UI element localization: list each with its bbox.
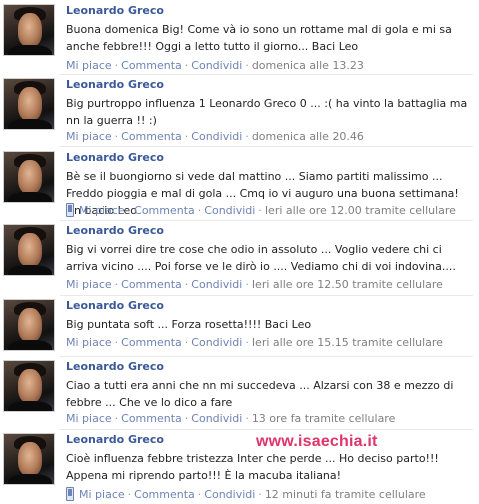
post-author[interactable]: Leonardo Greco [66, 433, 164, 446]
like-link[interactable]: Mi piace [79, 204, 125, 217]
post-timestamp[interactable]: Ieri alle ore 12.50 tramite cellulare [252, 278, 443, 291]
avatar[interactable] [3, 299, 55, 351]
comment-link[interactable]: Commenta [121, 278, 182, 291]
like-link[interactable]: Mi piace [66, 130, 112, 143]
avatar[interactable] [3, 224, 55, 276]
post-author[interactable]: Leonardo Greco [66, 78, 164, 91]
post-author[interactable]: Leonardo Greco [66, 4, 164, 17]
mobile-phone-icon [66, 203, 74, 217]
comment-link[interactable]: Commenta [121, 130, 182, 143]
share-link[interactable]: Condividi [191, 130, 242, 143]
post-timestamp[interactable]: Ieri alle ore 12.00 tramite cellulare [265, 204, 456, 217]
watermark: www.isaechia.it [256, 433, 378, 450]
post-divider [60, 220, 473, 221]
like-link[interactable]: Mi piace [66, 278, 112, 291]
post-divider [60, 74, 473, 75]
post-timestamp[interactable]: domenica alle 20.46 [252, 130, 364, 143]
avatar[interactable] [3, 433, 55, 485]
post-actions: Mi piace · Commenta · Condividi · domenica all… [66, 130, 364, 143]
feed-post: Leonardo Greco Big vi vorrei dire tre co… [0, 222, 479, 292]
avatar[interactable] [3, 151, 55, 203]
post-author[interactable]: Leonardo Greco [66, 151, 164, 164]
avatar[interactable] [3, 78, 55, 130]
comment-link[interactable]: Commenta [121, 336, 182, 349]
comment-link[interactable]: Commenta [134, 204, 195, 217]
share-link[interactable]: Condividi [191, 278, 242, 291]
post-actions: Mi piace · Commenta · Condividi · 13 ore fa tr… [66, 412, 396, 425]
post-divider [60, 146, 473, 147]
feed-post: Leonardo Greco Big purtroppo influenza 1… [0, 76, 479, 146]
post-divider [60, 295, 473, 296]
share-link[interactable]: Condividi [204, 488, 255, 501]
post-timestamp[interactable]: domenica alle 13.23 [252, 59, 364, 72]
share-link[interactable]: Condividi [191, 59, 242, 72]
feed-post: Leonardo Greco Ciao a tutti era anni che… [0, 358, 479, 428]
share-link[interactable]: Condividi [204, 204, 255, 217]
avatar[interactable] [3, 360, 55, 412]
avatar[interactable] [3, 4, 55, 56]
like-link[interactable]: Mi piace [66, 412, 112, 425]
like-link[interactable]: Mi piace [79, 488, 125, 501]
post-timestamp[interactable]: Ieri alle ore 15.15 tramite cellulare [252, 336, 443, 349]
post-timestamp[interactable]: 13 ore fa tramite cellulare [252, 412, 396, 425]
post-actions: Mi piace · Commenta · Condividi · Ieri alle or… [66, 336, 443, 349]
mobile-phone-icon [66, 487, 74, 501]
share-link[interactable]: Condividi [191, 412, 242, 425]
like-link[interactable]: Mi piace [66, 59, 112, 72]
post-divider [60, 429, 473, 430]
post-author[interactable]: Leonardo Greco [66, 299, 164, 312]
post-actions: Mi piace · Commenta · Condividi · 12 minuti fa… [66, 487, 426, 501]
comment-link[interactable]: Commenta [121, 412, 182, 425]
like-link[interactable]: Mi piace [66, 336, 112, 349]
comment-link[interactable]: Commenta [121, 59, 182, 72]
post-text: Big purtroppo influenza 1 Leonardo Greco… [66, 97, 468, 127]
post-text: Big vi vorrei dire tre cose che odio in … [66, 243, 456, 273]
post-divider [60, 356, 473, 357]
post-actions: Mi piace · Commenta · Condividi · domenica all… [66, 59, 364, 72]
post-text: Big puntata soft ... Forza rosetta!!!! B… [66, 318, 312, 331]
feed-post: Leonardo Greco Big puntata soft ... Forz… [0, 297, 479, 357]
post-text: Cioè influenza febbre tristezza Inter ch… [66, 452, 439, 482]
post-actions: Mi piace · Commenta · Condividi · Ieri alle or… [66, 278, 443, 291]
feed-post: Leonardo Greco Bè se il buongiorno si ve… [0, 149, 479, 219]
comment-link[interactable]: Commenta [134, 488, 195, 501]
post-author[interactable]: Leonardo Greco [66, 360, 164, 373]
post-text: Ciao a tutti era anni che nn mi succedev… [66, 379, 454, 409]
feed-post: Leonardo Greco Buona domenica Big! Come … [0, 2, 479, 72]
post-text: Buona domenica Big! Come và io sono un r… [66, 23, 452, 53]
post-timestamp[interactable]: 12 minuti fa tramite cellulare [265, 488, 426, 501]
feed-post: Leonardo Greco Cioè influenza febbre tri… [0, 431, 479, 503]
share-link[interactable]: Condividi [191, 336, 242, 349]
post-actions: Mi piace · Commenta · Condividi · Ieri alle or… [66, 203, 456, 217]
post-author[interactable]: Leonardo Greco [66, 224, 164, 237]
